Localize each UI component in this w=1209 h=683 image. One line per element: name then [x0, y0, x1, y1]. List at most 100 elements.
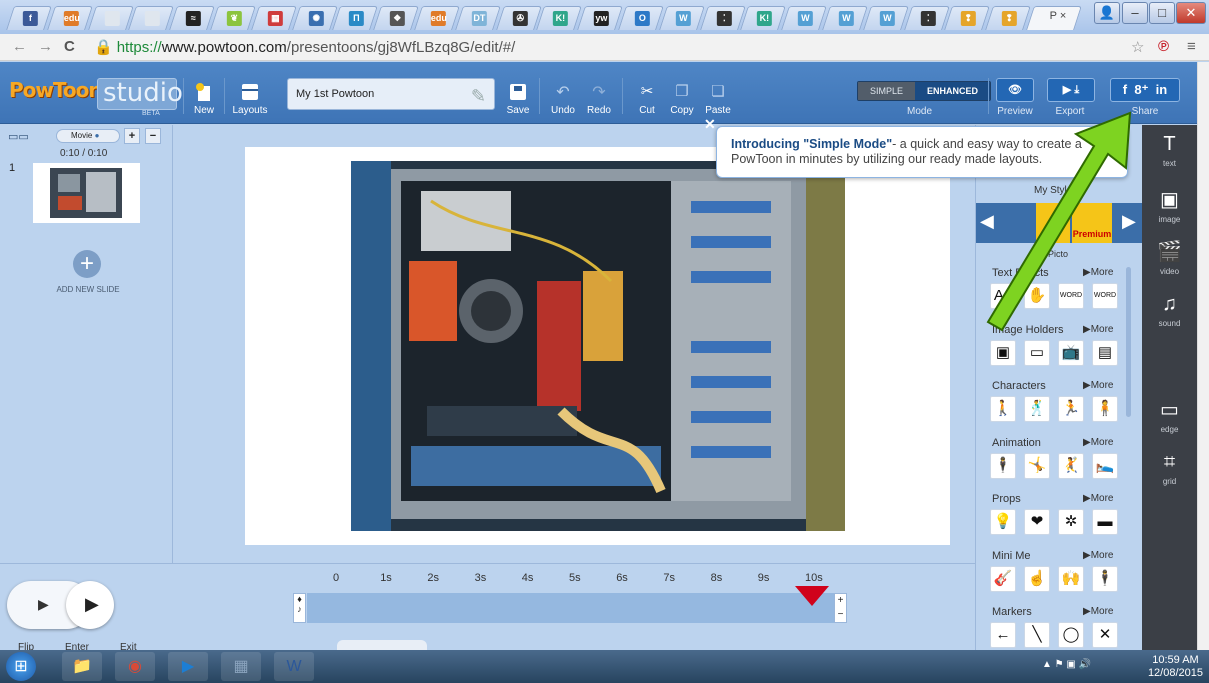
maximize-button[interactable]: □	[1149, 2, 1175, 24]
play-icon[interactable]: ▶	[85, 594, 99, 615]
library-item-tile[interactable]: 🤸	[1024, 452, 1050, 479]
tool-text[interactable]: Ttext	[1142, 133, 1197, 168]
browser-tab[interactable]: W	[781, 6, 828, 30]
library-item-tile[interactable]: 📺	[1058, 339, 1084, 366]
tool-edge[interactable]: ▭ edge	[1142, 397, 1197, 434]
more-link[interactable]: ▶More	[1083, 380, 1113, 391]
library-item-tile[interactable]: 🧍	[1092, 396, 1118, 422]
browser-tab[interactable]: ❦	[210, 6, 256, 30]
save-button[interactable]: Save	[504, 82, 532, 116]
library-item-tile[interactable]: 💡	[990, 509, 1016, 535]
back-arrow-icon[interactable]: ←	[12, 38, 27, 55]
browser-tab[interactable]: Π	[332, 6, 379, 30]
preview-button[interactable]: 👁	[996, 78, 1034, 102]
browser-tab[interactable]	[87, 6, 134, 30]
file-explorer-icon[interactable]: 📁	[62, 652, 102, 681]
word-icon[interactable]: W	[274, 652, 314, 681]
tool-video[interactable]: 🎬 video	[1142, 239, 1197, 276]
browser-tab[interactable]: DT	[454, 6, 501, 30]
movie-toggle[interactable]: Movie ●	[56, 129, 120, 143]
redo-button[interactable]: ↷ Redo	[584, 82, 614, 116]
library-item-tile[interactable]: ←	[990, 622, 1016, 648]
more-link[interactable]: ▶More	[1083, 606, 1113, 617]
library-item-tile[interactable]: 🤾	[1058, 452, 1084, 479]
browser-tab[interactable]: W	[862, 6, 909, 30]
browser-tab[interactable]: W	[822, 6, 868, 30]
mode-toggle[interactable]: SIMPLE ENHANCED	[857, 81, 992, 101]
library-item-tile[interactable]: ✲	[1058, 509, 1084, 535]
library-item-tile[interactable]: ❤	[1024, 509, 1050, 535]
export-button[interactable]: ▶ ⤓	[1047, 78, 1095, 102]
library-item-tile[interactable]: 🕴	[1092, 565, 1118, 592]
browser-tab[interactable]: yw	[577, 6, 624, 30]
reload-icon[interactable]: C	[64, 38, 75, 55]
browser-tab[interactable]: ✺	[291, 6, 338, 30]
bookmark-star-icon[interactable]: ☆	[1131, 38, 1144, 56]
chrome-icon[interactable]: ◉	[115, 652, 155, 681]
slide-canvas[interactable]	[245, 147, 950, 545]
paste-button[interactable]: ❏ Paste	[703, 82, 733, 116]
library-item-tile[interactable]: 🛌	[1092, 452, 1118, 479]
tool-grid[interactable]: ⌗ grid	[1142, 451, 1197, 486]
tool-sound[interactable]: ♫ sound	[1142, 293, 1197, 328]
library-item-tile[interactable]: ◯	[1058, 622, 1084, 648]
active-browser-tab[interactable]: P ×	[1026, 6, 1082, 30]
browser-tab[interactable]: ✇	[495, 6, 542, 30]
browser-tab[interactable]	[128, 6, 175, 30]
library-item-tile[interactable]: 🚶	[990, 396, 1016, 422]
calculator-icon[interactable]: ▦	[221, 652, 261, 681]
pinterest-icon[interactable]: ℗	[1158, 38, 1169, 55]
audio-track-icon[interactable]: ♦ ♪	[293, 593, 306, 623]
library-item-tile[interactable]: 🎸	[990, 565, 1016, 592]
library-item-tile[interactable]: ▤	[1092, 339, 1118, 366]
enhanced-mode-option[interactable]: ENHANCED	[915, 82, 991, 100]
timeline-track[interactable]	[307, 593, 837, 623]
library-item-tile[interactable]: 🙌	[1058, 565, 1084, 592]
windows-start-icon[interactable]: ⊞	[6, 652, 36, 681]
new-button[interactable]: New	[190, 82, 218, 116]
browser-tab[interactable]: K!	[740, 6, 787, 30]
share-button[interactable]: f 8⁺ in	[1110, 78, 1180, 102]
browser-tab[interactable]: ⁚	[903, 6, 950, 30]
add-slide-plus-button[interactable]: +	[124, 128, 140, 144]
callout-close-icon[interactable]: ✕	[704, 116, 716, 133]
close-window-button[interactable]: ✕	[1176, 2, 1206, 24]
browser-tab[interactable]: ▦	[250, 6, 297, 30]
browser-tab[interactable]: f	[6, 6, 52, 30]
library-item-tile[interactable]: 🕴	[990, 452, 1016, 479]
add-new-slide-icon[interactable]: +	[73, 250, 101, 278]
presentation-title-input[interactable]: My 1st Powtoon ✎	[287, 78, 495, 110]
browser-tab[interactable]: ⁚	[699, 6, 746, 30]
layouts-button[interactable]: Layouts	[230, 82, 270, 116]
library-item-tile[interactable]: ▣	[990, 339, 1016, 366]
library-item-tile[interactable]: ✕	[1092, 622, 1118, 648]
browser-tab[interactable]: ≈	[169, 6, 216, 30]
forward-arrow-icon[interactable]: →	[38, 38, 53, 55]
tool-image[interactable]: ▣ image	[1142, 187, 1197, 224]
library-item-tile[interactable]: ▬	[1092, 509, 1118, 535]
library-item-tile[interactable]: ╲	[1024, 622, 1050, 648]
chrome-menu-icon[interactable]: ≡	[1187, 38, 1196, 55]
playhead[interactable]	[795, 586, 829, 609]
copy-button[interactable]: ❐ Copy	[667, 82, 697, 116]
computer-case-photo[interactable]	[351, 161, 845, 531]
add-new-slide-label[interactable]: ADD NEW SLIDE	[52, 285, 124, 294]
browser-tab[interactable]: edu	[414, 6, 460, 30]
slide-thumbnail[interactable]	[33, 163, 140, 223]
browser-tab[interactable]: edu	[46, 6, 93, 30]
browser-tab[interactable]: W	[658, 6, 705, 30]
page-scrollbar[interactable]	[1197, 62, 1209, 650]
more-link[interactable]: ▶More	[1083, 550, 1113, 561]
remove-slide-minus-button[interactable]: −	[145, 128, 161, 144]
library-item-tile[interactable]: 🕺	[1024, 396, 1050, 422]
more-link[interactable]: ▶More	[1083, 493, 1113, 504]
library-item-tile[interactable]: ▭	[1024, 339, 1050, 366]
undo-button[interactable]: ↶ Undo	[548, 82, 578, 116]
cut-button[interactable]: ✂ Cut	[633, 82, 661, 116]
system-clock[interactable]: 10:59 AM 12/08/2015	[1148, 654, 1203, 680]
url-field[interactable]: 🔒 https://www.powtoon.com/presentoons/gj8…	[94, 37, 1124, 58]
library-item-tile[interactable]: 🏃	[1058, 396, 1084, 422]
library-item-tile[interactable]: ☝	[1024, 565, 1050, 592]
slide-view-toggle-icon[interactable]: ▭▭	[8, 130, 29, 143]
user-profile-button[interactable]: 👤	[1094, 2, 1120, 24]
